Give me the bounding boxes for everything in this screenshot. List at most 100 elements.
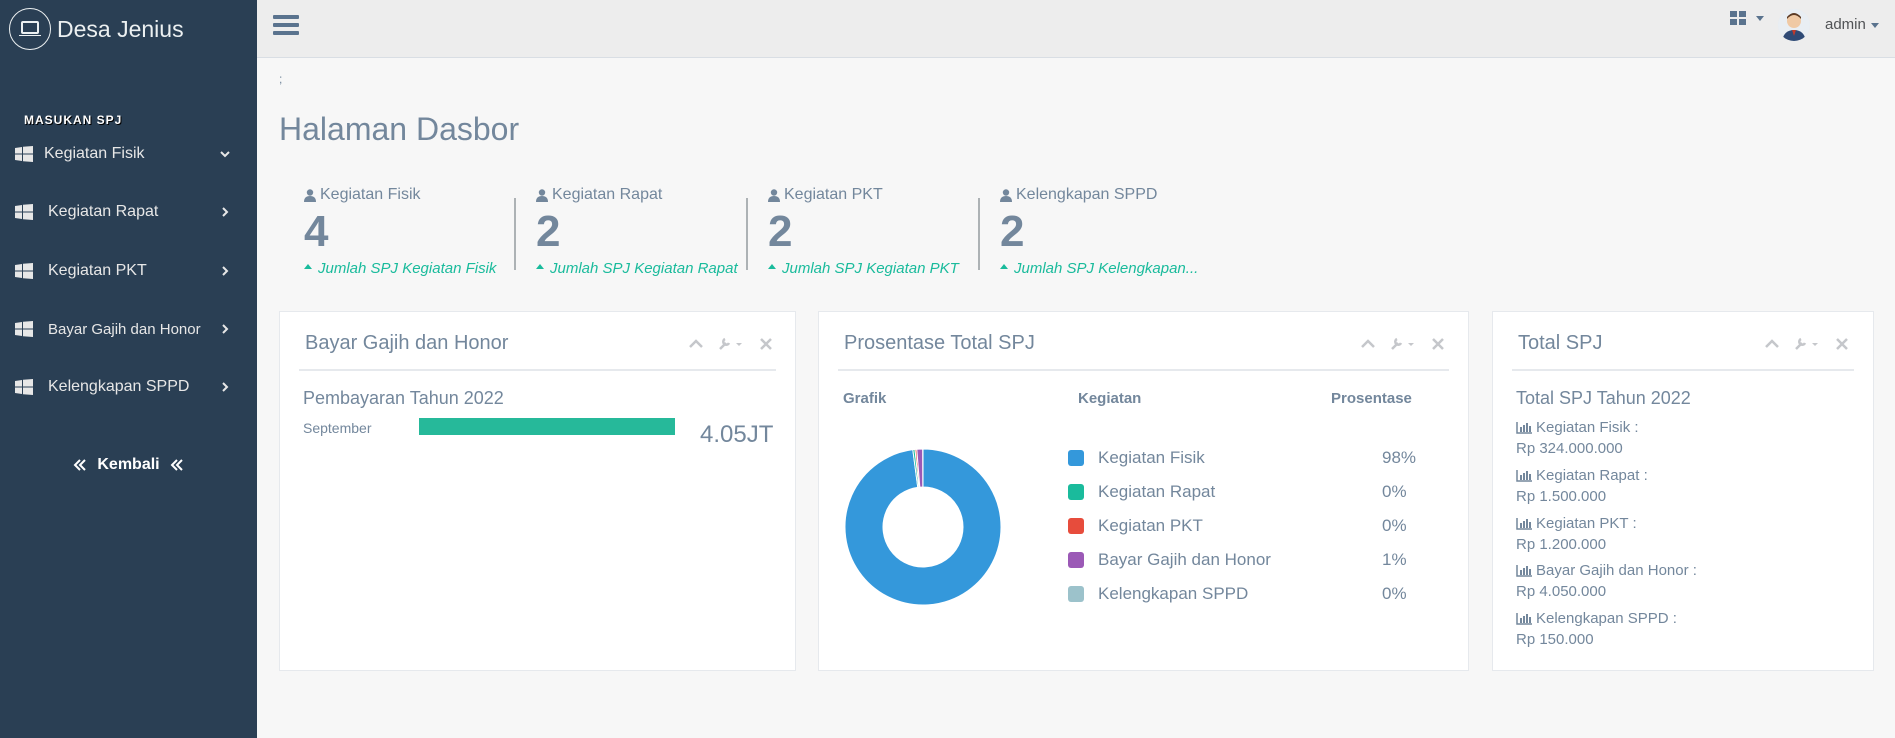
tile-bottom-text: Jumlah SPJ Kegiatan PKT [782,260,959,277]
wrench-icon[interactable] [1794,337,1820,351]
bar-label: September [303,420,372,436]
legend-row: Kegiatan PKT [1068,516,1203,536]
sidebar-item-kelengkapan-sppd[interactable]: Kelengkapan SPPD [0,367,257,407]
windows-icon [15,379,33,395]
tile-bottom-text: Jumlah SPJ Kegiatan Rapat [550,260,738,277]
tile-label: Kegiatan Rapat [552,186,663,203]
spj-label: Bayar Gajih dan Honor : [1536,562,1697,579]
legend-row: Kegiatan Rapat [1068,482,1215,502]
grid-icon [1730,11,1746,25]
close-icon[interactable] [1430,337,1446,351]
bar-fill [419,418,675,435]
caret-up-icon [304,263,312,269]
panel-toolbox [1360,337,1446,351]
panel-divider [838,369,1449,371]
bar-chart-icon [1516,564,1532,577]
collapse-chevron-up-icon[interactable] [688,337,704,351]
close-icon[interactable] [1834,337,1850,351]
sidebar-item-bayar-gajih[interactable]: Bayar Gajih dan Honor [0,309,257,349]
bar-chart-icon [1516,421,1532,434]
spj-value: Rp 1.500.000 [1516,488,1607,505]
tile-divider [514,198,516,270]
column-header-prosentase: Prosentase [1331,390,1412,407]
collapse-chevron-up-icon[interactable] [1764,337,1780,351]
spj-label: Kegiatan PKT : [1536,515,1637,532]
legend-swatch [1068,484,1084,500]
tile-count: 2 [768,207,793,256]
bar-value: 4.05JT [700,421,774,448]
legend-swatch [1068,450,1084,466]
sidebar-item-kegiatan-pkt[interactable]: Kegiatan PKT [0,251,257,291]
legend-label: Bayar Gajih dan Honor [1098,550,1271,569]
page-title: Halaman Dasbor [279,111,520,147]
close-icon[interactable] [758,337,774,351]
bar-chart-icon [1516,517,1532,530]
apps-dropdown[interactable] [1730,11,1764,25]
spj-item: Kelengkapan SPPD : Rp 150.000 [1516,608,1677,650]
windows-icon [15,263,33,279]
legend-swatch [1068,586,1084,602]
spj-item: Kegiatan Rapat : Rp 1.500.000 [1516,465,1648,507]
breadcrumb: ; [279,72,283,86]
caret-down-icon [1870,22,1879,28]
sidebar-item-label: Kegiatan Rapat [48,203,159,220]
legend-label: Kegiatan Fisik [1098,448,1205,467]
chevron-down-icon [220,151,230,158]
collapse-chevron-up-icon[interactable] [1360,337,1376,351]
legend-label: Kegiatan Rapat [1098,482,1216,501]
legend-percent: 98% [1382,448,1417,467]
bar-chart-icon [1516,469,1532,482]
menu-toggle-icon[interactable] [273,15,299,39]
double-chevron-left-icon [73,459,87,471]
user-menu[interactable]: admin [1825,16,1879,33]
user-icon [304,188,316,202]
tile-count: 4 [304,207,329,256]
spj-item: Bayar Gajih dan Honor : Rp 4.050.000 [1516,560,1697,602]
panel-subtitle: Total SPJ Tahun 2022 [1516,388,1691,408]
user-icon [536,188,548,202]
panel-toolbox [1764,337,1850,351]
chevron-right-icon [222,324,229,334]
chevron-right-icon [222,266,229,276]
legend-swatch [1068,552,1084,568]
bar-chart-icon [1516,612,1532,625]
tile-kegiatan-pkt: Kegiatan PKT 2 Jumlah SPJ Kegiatan PKT [768,186,1000,286]
column-header-kegiatan: Kegiatan [1078,390,1142,407]
spj-value: Rp 4.050.000 [1516,583,1607,600]
tile-bottom-text: Jumlah SPJ Kelengkapan... [1014,260,1199,277]
topbar: admin [257,0,1895,58]
legend-label: Kegiatan PKT [1098,516,1203,535]
panel-divider [299,369,776,371]
legend-percent: 1% [1382,550,1407,569]
column-header-grafik: Grafik [843,390,887,407]
legend-percent: 0% [1382,516,1407,535]
sidebar-item-kegiatan-fisik[interactable]: Kegiatan Fisik [0,134,257,174]
tile-divider [746,198,748,270]
legend-swatch [1068,518,1084,534]
user-name: admin [1825,16,1866,33]
tile-label: Kelengkapan SPPD [1016,186,1158,203]
sidebar: Desa Jenius MASUKAN SPJ Kegiatan Fisik K… [0,0,257,738]
panel-title: Total SPJ [1518,332,1603,354]
tile-kegiatan-fisik: Kegiatan Fisik 4 Jumlah SPJ Kegiatan Fis… [304,186,536,286]
panel-title: Bayar Gajih dan Honor [305,332,509,354]
windows-icon [15,321,33,337]
legend-row: Kelengkapan SPPD [1068,584,1248,604]
laptop-icon [9,8,51,50]
menu-section-title: MASUKAN SPJ [24,113,123,127]
sidebar-item-kegiatan-rapat[interactable]: Kegiatan Rapat [0,192,257,232]
back-button[interactable]: Kembali [0,456,257,474]
back-label: Kembali [97,456,160,473]
spj-label: Kegiatan Fisik : [1536,419,1639,436]
windows-icon [15,204,33,220]
tile-divider [978,198,980,270]
app-title: Desa Jenius [57,15,184,42]
panel-title: Prosentase Total SPJ [844,332,1035,354]
panel-subtitle: Pembayaran Tahun 2022 [303,388,504,408]
wrench-icon[interactable] [1390,337,1416,351]
brand[interactable]: Desa Jenius [0,0,257,58]
wrench-icon[interactable] [718,337,744,351]
avatar[interactable] [1778,9,1810,41]
caret-down-icon [1756,15,1764,21]
caret-up-icon [768,263,776,269]
